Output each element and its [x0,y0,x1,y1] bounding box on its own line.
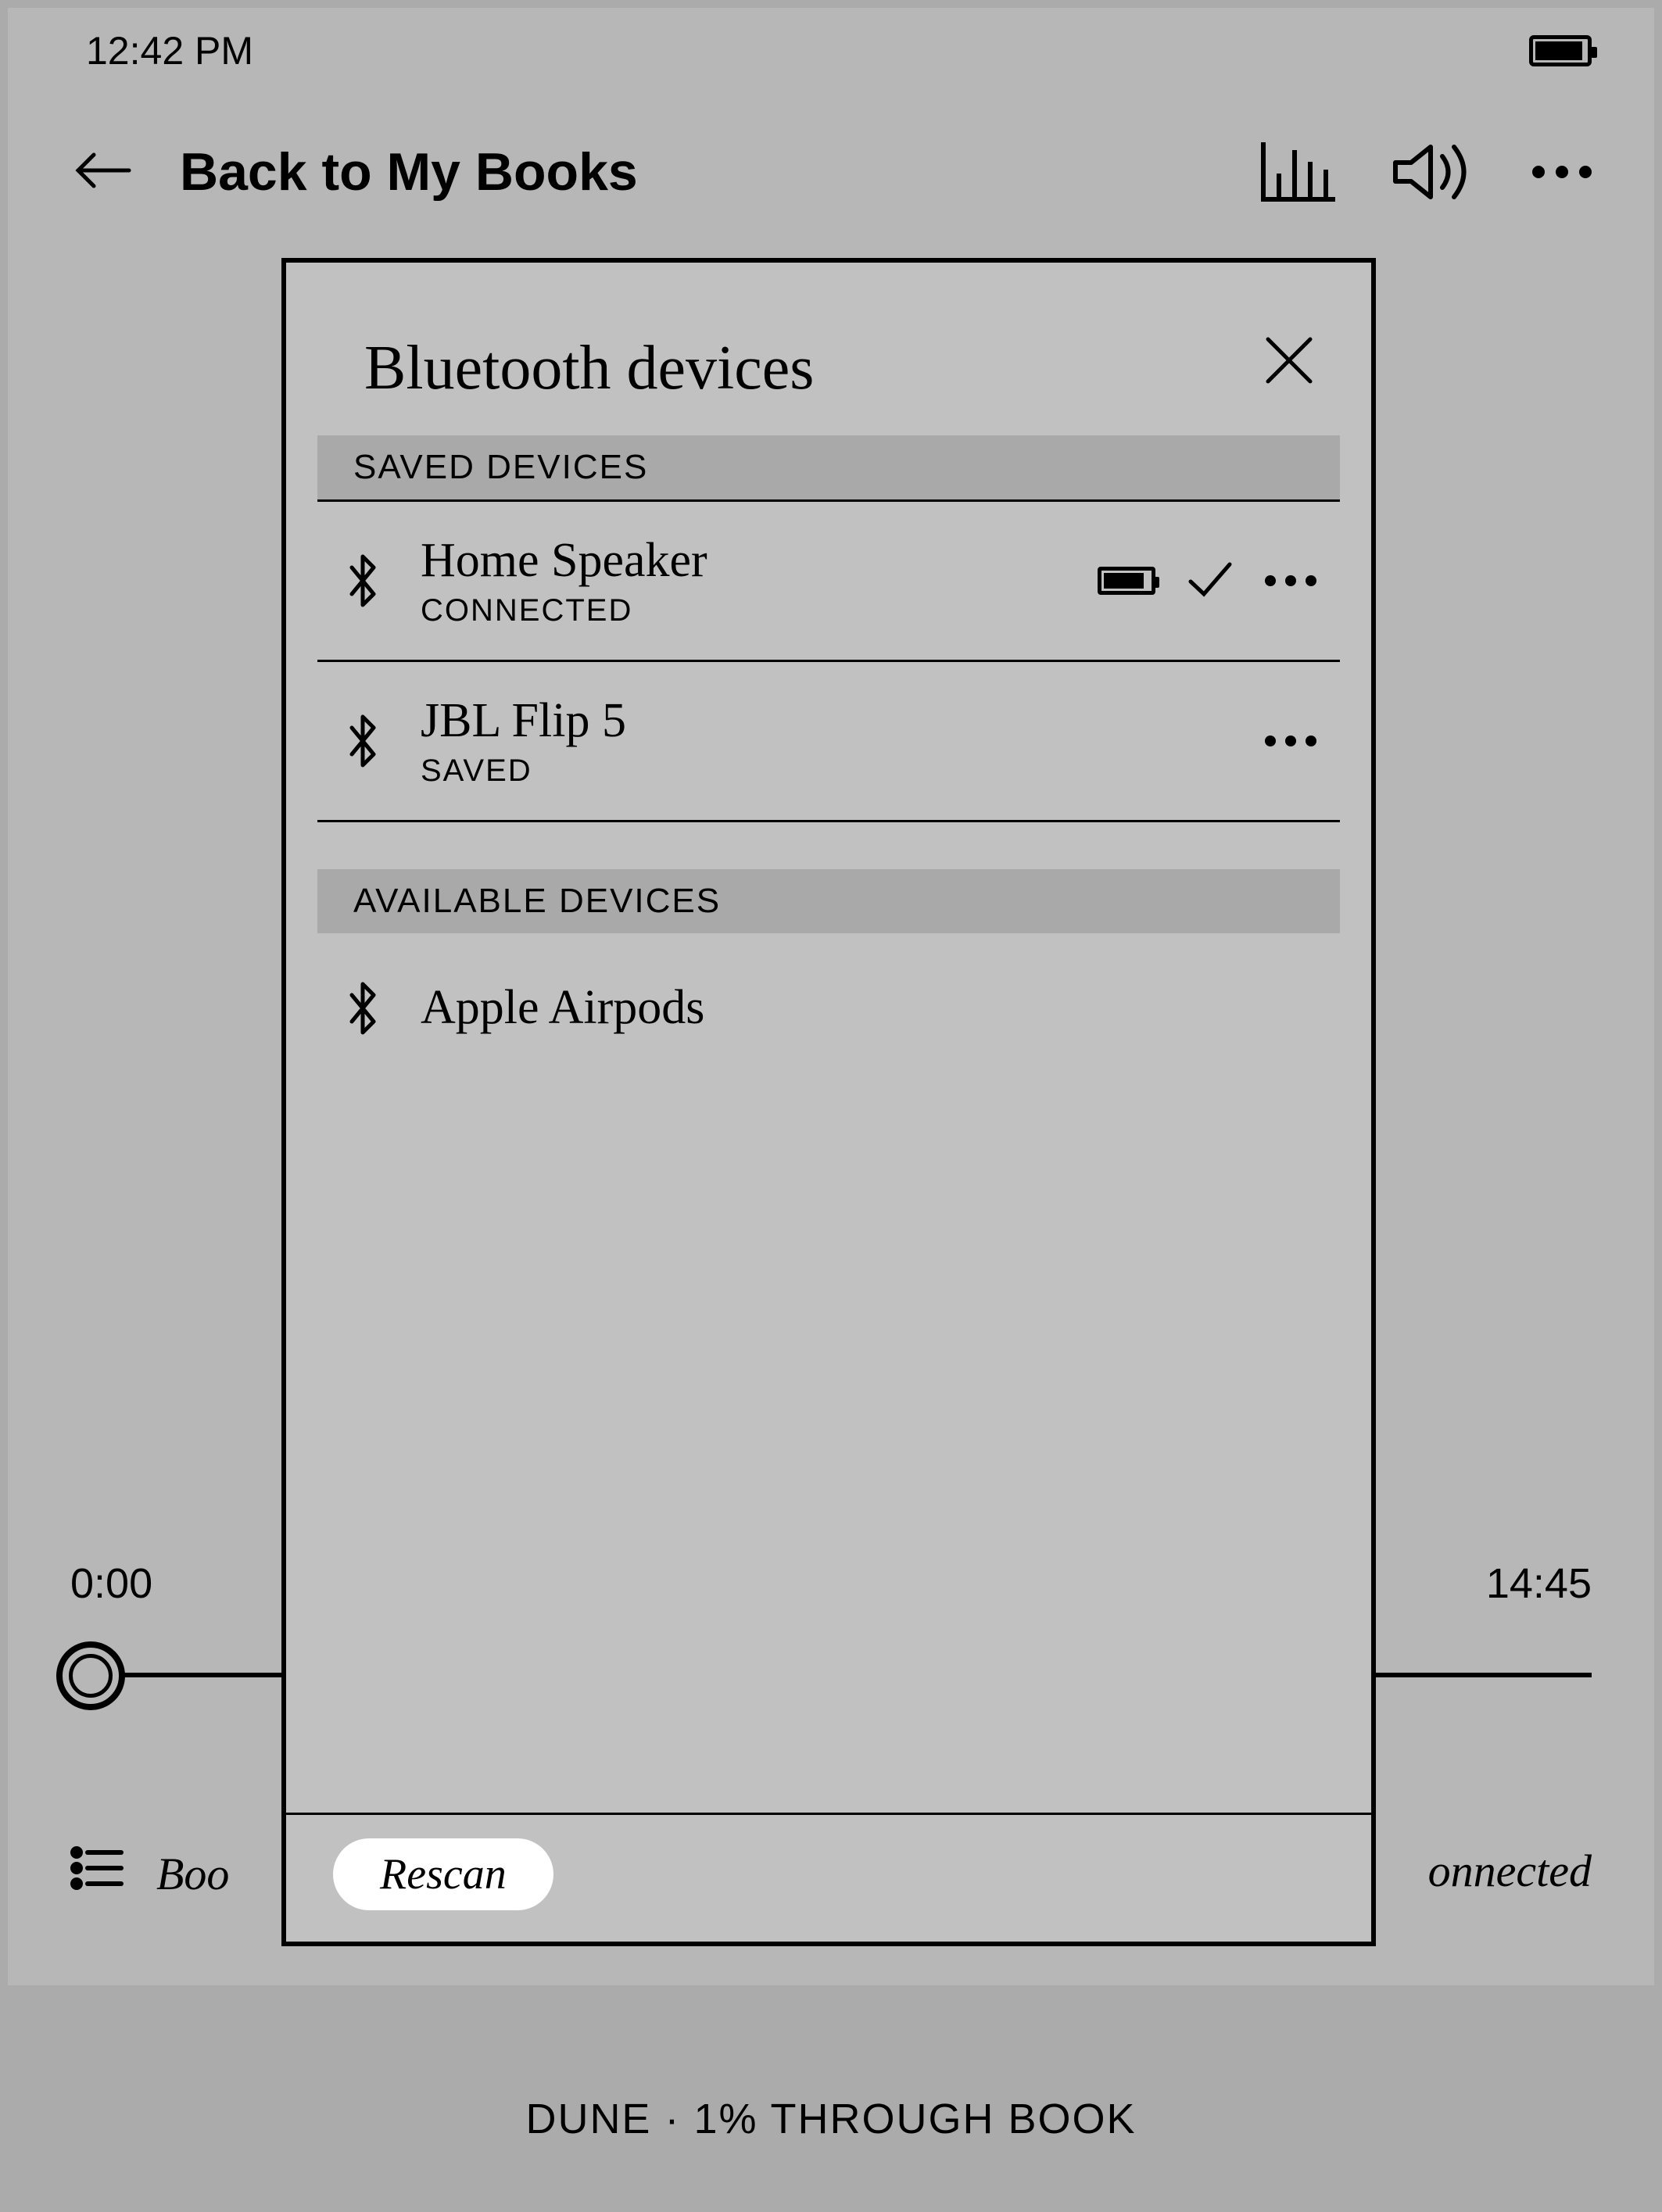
battery-icon [1529,35,1592,66]
device-status: SAVED [421,753,1226,789]
device-name: Home Speaker [421,533,1058,589]
connection-fragment: onnected [1428,1845,1592,1897]
back-arrow-icon[interactable] [70,147,133,198]
rescan-button[interactable]: Rescan [333,1838,553,1910]
more-icon[interactable] [1532,166,1592,178]
available-device-row[interactable]: Apple Airpods [286,933,1371,1067]
device-right [1098,560,1324,603]
saved-devices-list: Home Speaker CONNECTED [317,499,1340,822]
modal-body: SAVED DEVICES Home Speaker CONNECTED [286,435,1371,1813]
device-name: JBL Flip 5 [421,693,1226,749]
bluetooth-icon [344,553,381,608]
saved-device-row[interactable]: JBL Flip 5 SAVED [317,662,1340,822]
bluetooth-modal: Bluetooth devices SAVED DEVICES [281,258,1376,1946]
close-icon[interactable] [1262,333,1316,392]
screen-panel: 12:42 PM Back to My Books [8,8,1654,1985]
device-more-icon[interactable] [1265,575,1316,586]
clock: 12:42 PM [86,28,253,73]
stats-icon[interactable] [1259,141,1337,203]
device-name: Apple Airpods [421,980,704,1036]
device-battery-icon [1098,567,1155,595]
modal-header: Bluetooth devices [286,263,1371,435]
device-more-icon[interactable] [1265,736,1316,746]
progress-slider-knob[interactable] [56,1641,125,1710]
saved-devices-header: SAVED DEVICES [317,435,1340,499]
saved-device-row[interactable]: Home Speaker CONNECTED [317,499,1340,662]
modal-footer: Rescan [286,1813,1371,1942]
chapter-list-icon[interactable] [70,1845,125,1902]
book-progress-label: DUNE · 1% THROUGH BOOK [525,2095,1136,2143]
page-header: Back to My Books [8,121,1654,223]
header-actions [1259,141,1592,203]
elapsed-time: 0:00 [70,1559,152,1608]
available-devices-header: AVAILABLE DEVICES [317,869,1340,933]
modal-title: Bluetooth devices [364,333,814,404]
bluetooth-icon [344,981,381,1036]
speaker-icon[interactable] [1392,141,1478,203]
connected-check-icon [1187,560,1234,603]
device-right [1265,736,1324,746]
back-title[interactable]: Back to My Books [180,141,1212,202]
bluetooth-icon [344,714,381,768]
chapter-label-fragment: Boo [156,1848,229,1900]
device-status: CONNECTED [421,593,1058,628]
remaining-time: 14:45 [1486,1559,1592,1608]
device-text: Home Speaker CONNECTED [421,533,1058,628]
status-bar: 12:42 PM [8,16,1654,86]
device-text: JBL Flip 5 SAVED [421,693,1226,789]
